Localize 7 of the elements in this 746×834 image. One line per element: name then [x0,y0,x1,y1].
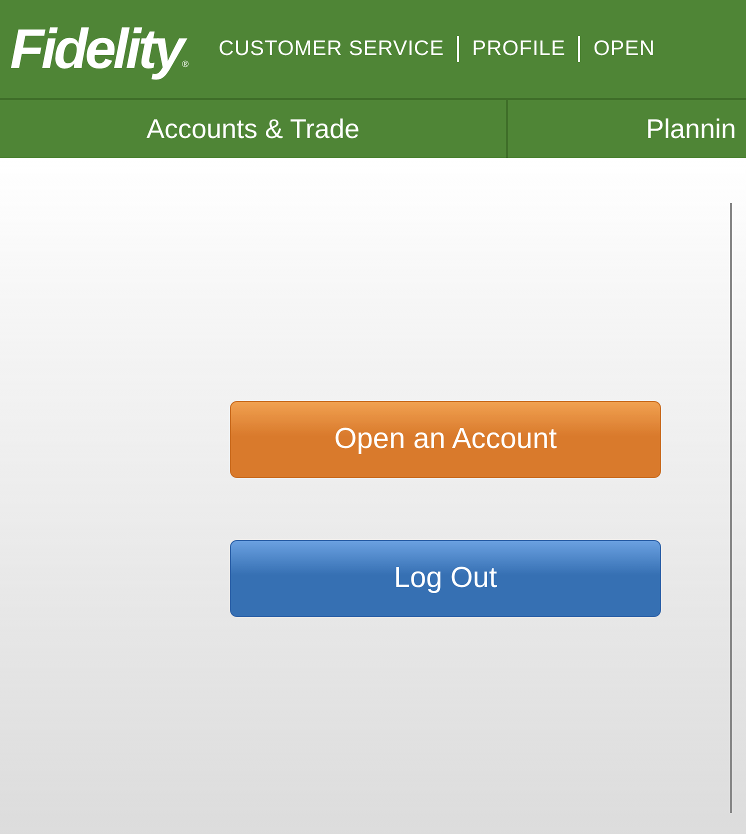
open-account-button[interactable]: Open an Account [230,401,661,478]
nav-tab[interactable]: Accounts & Trade [0,100,508,158]
header-link[interactable]: OPEN [578,36,668,62]
log-out-button[interactable]: Log Out [230,540,661,617]
nav-tab[interactable]: Plannin [508,100,736,158]
header-link[interactable]: CUSTOMER SERVICE [218,36,458,62]
header-link[interactable]: PROFILE [457,36,578,62]
